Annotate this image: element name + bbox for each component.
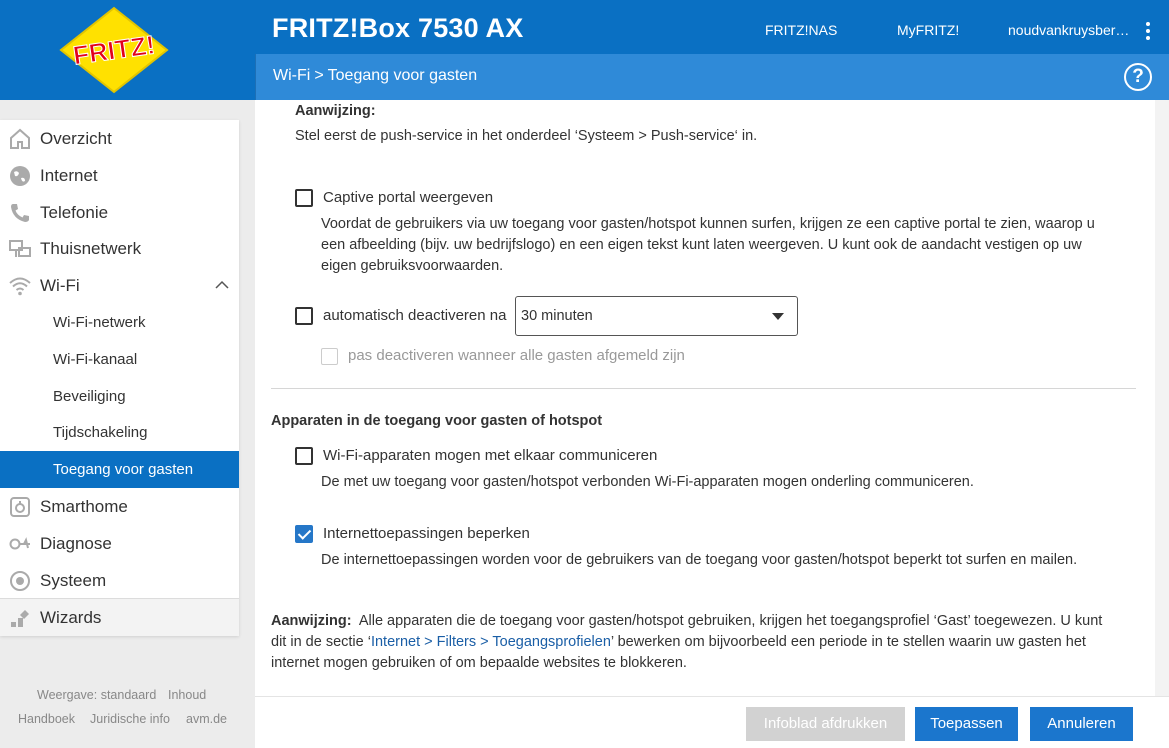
wifi-icon	[0, 267, 40, 304]
wifi-communicate-description: De met uw toegang voor gasten/hotspot ve…	[321, 474, 974, 490]
product-name: FRITZ!Box 7530 AX	[272, 13, 524, 43]
chevron-up-icon[interactable]	[215, 278, 229, 292]
sidebar-item-label: Overzicht	[40, 128, 112, 148]
section-title: Apparaten in de toegang voor gasten of h…	[271, 413, 603, 429]
sidebar-item-diagnose[interactable]: Diagnose	[0, 525, 239, 562]
home-icon	[0, 120, 40, 157]
sidebar-item-telefonie[interactable]: Telefonie	[0, 194, 239, 231]
sidebar: Overzicht Internet Telefonie Thuisnetwer…	[0, 120, 239, 636]
captive-portal-label[interactable]: Captive portal weergeven	[323, 189, 493, 206]
captive-portal-checkbox[interactable]	[295, 189, 313, 207]
auto-deactivate-label[interactable]: automatisch deactiveren na	[323, 307, 506, 324]
sidebar-item-label: Telefonie	[40, 202, 109, 222]
captive-portal-description: Voordat de gebruikers via uw toegang voo…	[321, 214, 1095, 277]
wifi-communicate-checkbox[interactable]	[295, 447, 313, 465]
help-icon[interactable]: ?	[1124, 63, 1152, 91]
fritz-logo[interactable]: FRITZ!	[55, 6, 173, 94]
deactivate-after-logout-checkbox[interactable]	[321, 348, 338, 365]
hint-title: Aanwijzing:	[271, 613, 352, 629]
sidebar-item-label: Thuisnetwerk	[40, 238, 142, 258]
sidebar-item-label: Systeem	[40, 570, 107, 590]
cancel-button[interactable]: Annuleren	[1030, 707, 1133, 741]
sidebar-item-label: Wizards	[40, 607, 102, 627]
breadcrumb-parent[interactable]: Wi-Fi	[273, 67, 310, 84]
breadcrumb-separator: >	[314, 67, 324, 84]
sidebar-item-label: Wi-Fi	[40, 275, 80, 295]
sidebar-item-wifi[interactable]: Wi-Fi	[0, 267, 239, 304]
breadcrumb: Wi-Fi > Toegang voor gasten	[273, 67, 477, 85]
description-line: een afbeelding (bijv. uw bedrijfslogo) e…	[321, 237, 1082, 253]
sidebar-item-label: Smarthome	[40, 496, 128, 516]
access-profiles-link[interactable]: Internet > Filters > Toegangsprofielen	[371, 634, 611, 650]
globe-icon	[0, 157, 40, 194]
avm-link[interactable]: avm.de	[186, 712, 227, 726]
sidebar-item-thuisnetwerk[interactable]: Thuisnetwerk	[0, 230, 239, 267]
sidebar-subitem-beveiliging[interactable]: Beveiliging	[0, 378, 239, 415]
wizard-icon	[0, 599, 40, 636]
network-icon	[0, 230, 40, 267]
hint-line: dit in de sectie ‘	[271, 634, 371, 650]
sidebar-item-systeem[interactable]: Systeem	[0, 562, 239, 599]
hint-line: ’ bewerken om bijvoorbeeld een periode i…	[610, 634, 1086, 650]
sidebar-subitem-wifi-kanaal[interactable]: Wi-Fi-kanaal	[0, 341, 239, 378]
view-mode-link[interactable]: Weergave: standaard	[37, 688, 156, 702]
hint-text: Stel eerst de push-service in het onderd…	[295, 128, 758, 144]
contents-link[interactable]: Inhoud	[168, 688, 206, 702]
breadcrumb-bar: Wi-Fi > Toegang voor gasten ?	[255, 54, 1169, 100]
sidebar-item-label: Internet	[40, 165, 98, 185]
auto-deactivate-select[interactable]: 30 minuten	[515, 296, 798, 336]
auto-deactivate-checkbox[interactable]	[295, 307, 313, 325]
sidebar-item-overzicht[interactable]: Overzicht	[0, 120, 239, 157]
sidebar-item-internet[interactable]: Internet	[0, 157, 239, 194]
sidebar-subitem-tijdschakeling[interactable]: Tijdschakeling	[0, 414, 239, 451]
select-value: 30 minuten	[521, 308, 593, 324]
hint-profile: Aanwijzing: Alle apparaten die de toegan…	[271, 611, 1102, 674]
print-info-sheet-button[interactable]: Infoblad afdrukken	[746, 707, 905, 741]
section-divider	[271, 388, 1136, 389]
myfritz-link[interactable]: MyFRITZ!	[897, 22, 959, 38]
breadcrumb-current: Toegang voor gasten	[327, 67, 478, 84]
main-content: Aanwijzing: Stel eerst de push-service i…	[255, 100, 1155, 696]
restrict-apps-description: De internettoepassingen worden voor de g…	[321, 552, 1078, 568]
manual-link[interactable]: Handboek	[18, 712, 75, 726]
legal-info-link[interactable]: Juridische info	[90, 712, 170, 726]
user-account-link[interactable]: noudvankruysber…	[1008, 22, 1129, 38]
apply-button[interactable]: Toepassen	[915, 707, 1018, 741]
sidebar-item-wizards[interactable]: Wizards	[0, 599, 239, 636]
content-scrollbar[interactable]	[1155, 100, 1169, 696]
system-icon	[0, 562, 40, 599]
description-line: Voordat de gebruikers via uw toegang voo…	[321, 216, 1095, 232]
phone-icon	[0, 194, 40, 231]
fritznas-link[interactable]: FRITZ!NAS	[765, 22, 837, 38]
sidebar-item-smarthome[interactable]: Smarthome	[0, 488, 239, 525]
hint-line: Alle apparaten die de toegang voor gaste…	[358, 613, 1103, 629]
hint-title: Aanwijzing:	[295, 103, 376, 119]
wifi-communicate-label[interactable]: Wi-Fi-apparaten mogen met elkaar communi…	[323, 447, 657, 464]
restrict-apps-label[interactable]: Internettoepassingen beperken	[323, 525, 530, 542]
more-menu-icon[interactable]	[1144, 22, 1152, 40]
sidebar-subitem-toegang-voor-gasten[interactable]: Toegang voor gasten	[0, 451, 239, 488]
sidebar-subitem-wifi-netwerk[interactable]: Wi-Fi-netwerk	[0, 304, 239, 341]
restrict-apps-checkbox[interactable]	[295, 525, 313, 543]
smarthome-icon	[0, 488, 40, 525]
description-line: eigen gebruiksvoorwaarden.	[321, 258, 504, 274]
sidebar-item-label: Diagnose	[40, 533, 112, 553]
dropdown-arrow-icon	[772, 313, 784, 320]
button-bar: Infoblad afdrukken Toepassen Annuleren	[255, 696, 1169, 748]
diagnose-icon	[0, 525, 40, 562]
deactivate-after-logout-label: pas deactiveren wanneer alle gasten afge…	[348, 347, 685, 364]
hint-line: internet mogen gebruiken of om bepaalde …	[271, 655, 687, 671]
